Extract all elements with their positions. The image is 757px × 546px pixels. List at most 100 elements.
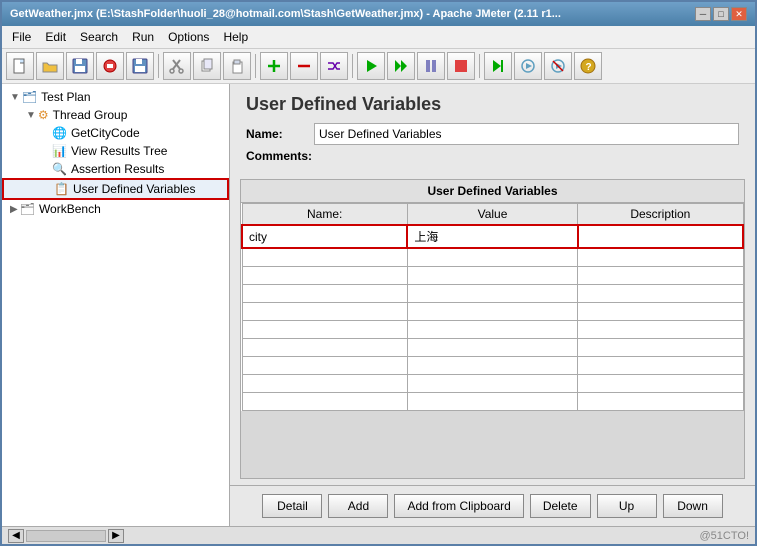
tree-node-testplan[interactable]: ▼ 🗂 Test Plan	[2, 88, 229, 106]
menu-file[interactable]: File	[6, 28, 37, 46]
svg-text:?: ?	[586, 62, 592, 73]
add-clipboard-button[interactable]: Add from Clipboard	[394, 494, 523, 518]
menu-edit[interactable]: Edit	[39, 28, 72, 46]
table-empty-row-5	[242, 320, 743, 338]
toolbar-sep1	[158, 54, 159, 78]
tree-node-getcitycode[interactable]: 🌐 GetCityCode	[2, 124, 229, 142]
icon-getcitycode: 🌐	[52, 126, 67, 140]
toolbar-sep3	[352, 54, 353, 78]
toolbar-shuffle[interactable]	[320, 52, 348, 80]
label-threadgroup: Thread Group	[53, 108, 128, 122]
toolbar-paste[interactable]	[223, 52, 251, 80]
window-title: GetWeather.jmx (E:\StashFolder\huoli_28@…	[10, 8, 561, 20]
scroll-controls: ◀ ▶	[8, 529, 124, 543]
tree-node-viewresults[interactable]: 📊 View Results Tree	[2, 142, 229, 160]
toolbar-remote3[interactable]	[544, 52, 572, 80]
watermark-text: @51CTO!	[700, 530, 749, 542]
label-testplan: Test Plan	[41, 90, 90, 104]
scroll-track[interactable]	[26, 530, 106, 542]
tree-node-assertionresults[interactable]: 🔍 Assertion Results	[2, 160, 229, 178]
table-empty-row-7	[242, 356, 743, 374]
toolbar-save2[interactable]	[126, 52, 154, 80]
label-uservars: User Defined Variables	[73, 182, 196, 196]
menu-help[interactable]: Help	[217, 28, 254, 46]
toolbar-add[interactable]	[260, 52, 288, 80]
toolbar-remove[interactable]	[290, 52, 318, 80]
main-content: ▼ 🗂 Test Plan ▼ ⚙ Thread Group 🌐 GetCity…	[2, 84, 755, 526]
toolbar-copy[interactable]	[193, 52, 221, 80]
name-input[interactable]	[314, 123, 739, 145]
table-empty-row-8	[242, 374, 743, 392]
cell-name: city	[242, 225, 407, 248]
menu-options[interactable]: Options	[162, 28, 215, 46]
tree-node-workbench[interactable]: ▶ 🗂 WorkBench	[2, 200, 229, 218]
toolbar: ?	[2, 49, 755, 84]
variables-table: Name: Value Description city 上海	[241, 203, 744, 411]
tree-panel: ▼ 🗂 Test Plan ▼ ⚙ Thread Group 🌐 GetCity…	[2, 84, 230, 526]
variables-table-container: User Defined Variables Name: Value Descr…	[240, 179, 745, 479]
col-name: Name:	[242, 204, 407, 226]
expand-icon-testplan: ▼	[10, 92, 20, 103]
toolbar-play[interactable]	[357, 52, 385, 80]
delete-button[interactable]: Delete	[530, 494, 591, 518]
label-workbench: WorkBench	[39, 202, 101, 216]
name-row: Name:	[246, 123, 739, 145]
toolbar-remote2[interactable]	[514, 52, 542, 80]
icon-uservars: 📋	[54, 182, 69, 196]
toolbar-help[interactable]: ?	[574, 52, 602, 80]
table-empty-row-6	[242, 338, 743, 356]
toolbar-cut[interactable]	[163, 52, 191, 80]
toolbar-new[interactable]	[6, 52, 34, 80]
expand-icon-workbench: ▶	[10, 204, 18, 215]
comments-row: Comments:	[246, 149, 739, 163]
panel-title: User Defined Variables	[246, 94, 739, 115]
maximize-button[interactable]: □	[713, 7, 729, 21]
toolbar-sep2	[255, 54, 256, 78]
table-empty-row-4	[242, 302, 743, 320]
add-button[interactable]: Add	[328, 494, 388, 518]
label-assertionresults: Assertion Results	[71, 162, 164, 176]
detail-button[interactable]: Detail	[262, 494, 322, 518]
minimize-button[interactable]: ─	[695, 7, 711, 21]
bottom-buttons: Detail Add Add from Clipboard Delete Up …	[230, 485, 755, 526]
icon-viewresults: 📊	[52, 144, 67, 158]
cell-description	[578, 225, 743, 248]
right-panel: User Defined Variables Name: Comments: U…	[230, 84, 755, 526]
table-empty-row-2	[242, 266, 743, 284]
close-button[interactable]: ✕	[731, 7, 747, 21]
menu-search[interactable]: Search	[74, 28, 124, 46]
scroll-left-button[interactable]: ◀	[8, 529, 24, 543]
cell-value: 上海	[407, 225, 577, 248]
icon-assertion: 🔍	[52, 162, 67, 176]
panel-header: User Defined Variables Name: Comments:	[230, 84, 755, 173]
tree-node-uservars[interactable]: 📋 User Defined Variables	[2, 178, 229, 200]
toolbar-remote-start[interactable]	[484, 52, 512, 80]
comments-label: Comments:	[246, 149, 312, 163]
down-button[interactable]: Down	[663, 494, 723, 518]
menu-run[interactable]: Run	[126, 28, 160, 46]
label-viewresults: View Results Tree	[71, 144, 168, 158]
status-bar: ◀ ▶ @51CTO!	[2, 526, 755, 544]
toolbar-save[interactable]	[66, 52, 94, 80]
table-empty-row-9	[242, 392, 743, 410]
table-row[interactable]: city 上海	[242, 225, 743, 248]
icon-testplan: 🗂	[22, 90, 37, 104]
up-button[interactable]: Up	[597, 494, 657, 518]
label-getcitycode: GetCityCode	[71, 126, 140, 140]
title-bar: GetWeather.jmx (E:\StashFolder\huoli_28@…	[2, 2, 755, 26]
table-header-row: Name: Value Description	[242, 204, 743, 226]
col-value: Value	[407, 204, 577, 226]
toolbar-stop[interactable]	[447, 52, 475, 80]
toolbar-stop-red[interactable]	[96, 52, 124, 80]
table-title: User Defined Variables	[241, 180, 744, 203]
toolbar-open[interactable]	[36, 52, 64, 80]
icon-workbench: 🗂	[20, 202, 35, 216]
expand-icon-threadgroup: ▼	[26, 110, 36, 121]
table-empty-row-1	[242, 248, 743, 266]
table-empty-row-3	[242, 284, 743, 302]
scroll-right-button[interactable]: ▶	[108, 529, 124, 543]
tree-node-threadgroup[interactable]: ▼ ⚙ Thread Group	[2, 106, 229, 124]
toolbar-play2[interactable]	[387, 52, 415, 80]
toolbar-pause[interactable]	[417, 52, 445, 80]
icon-threadgroup: ⚙	[38, 108, 49, 122]
